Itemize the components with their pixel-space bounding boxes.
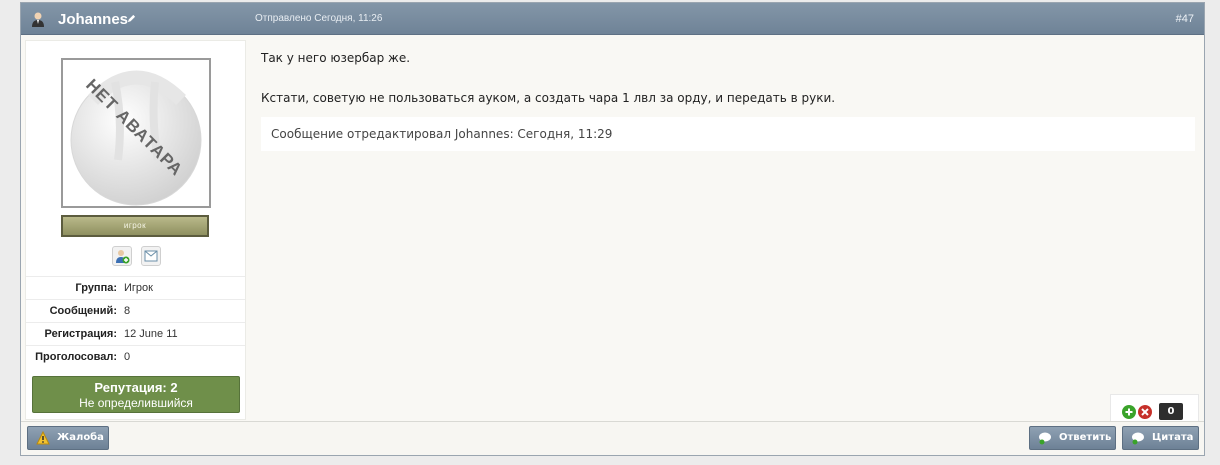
quote-button[interactable]: Цитата bbox=[1122, 426, 1199, 450]
reply-button[interactable]: Ответить bbox=[1029, 426, 1116, 450]
edit-note: Сообщение отредактировал Johannes: Сегод… bbox=[261, 117, 1195, 151]
quote-label: Цитата bbox=[1152, 432, 1194, 443]
post-header: Johannes Отправлено Сегодня, 11:26 #47 bbox=[21, 3, 1204, 35]
rank-plate: игрок bbox=[61, 215, 209, 237]
reputation-subtitle: Не определившийся bbox=[79, 396, 193, 410]
user-icon bbox=[32, 12, 44, 27]
add-friend-icon bbox=[116, 250, 130, 264]
report-button[interactable]: Жалоба bbox=[27, 426, 109, 450]
reply-label: Ответить bbox=[1059, 432, 1112, 443]
forum-post: Johannes Отправлено Сегодня, 11:26 #47 Н… bbox=[20, 2, 1205, 456]
post-number[interactable]: #47 bbox=[1176, 13, 1194, 25]
post-controls: Жалоба Ответить Цитата bbox=[21, 421, 1204, 455]
reply-icon bbox=[1039, 432, 1051, 445]
info-value: 8 bbox=[124, 305, 131, 317]
info-row-registered: Регистрация: 12 June 11 bbox=[26, 322, 245, 344]
rating-count: 0 bbox=[1159, 403, 1183, 420]
info-value: Игрок bbox=[124, 282, 153, 294]
reputation-box: Репутация: 2 Не определившийся bbox=[32, 376, 240, 413]
info-value: 0 bbox=[124, 351, 131, 363]
author-panel: НЕТ АВАТАРА игрок Группа: Игрок Сообщени… bbox=[25, 40, 246, 420]
author-name[interactable]: Johannes bbox=[58, 11, 128, 28]
report-label: Жалоба bbox=[57, 432, 104, 443]
helmet-placeholder-icon: НЕТ АВАТАРА bbox=[70, 70, 202, 206]
add-friend-button[interactable] bbox=[112, 246, 132, 266]
info-label: Группа: bbox=[75, 282, 117, 294]
reputation-title: Репутация: 2 bbox=[94, 380, 178, 395]
minus-icon[interactable] bbox=[1138, 405, 1152, 419]
message-icon bbox=[144, 250, 158, 262]
avatar: НЕТ АВАТАРА bbox=[61, 58, 211, 208]
post-text-line: Кстати, советую не пользоваться ауком, а… bbox=[261, 91, 836, 105]
warning-icon bbox=[36, 431, 50, 445]
info-row-voted: Проголосовал: 0 bbox=[26, 345, 245, 367]
info-row-group: Группа: Игрок bbox=[26, 276, 245, 298]
info-label: Сообщений: bbox=[49, 305, 117, 317]
quote-icon bbox=[1132, 432, 1144, 445]
post-date: Отправлено Сегодня, 11:26 bbox=[255, 13, 383, 24]
send-message-button[interactable] bbox=[141, 246, 161, 266]
info-label: Проголосовал: bbox=[35, 351, 117, 363]
info-row-posts: Сообщений: 8 bbox=[26, 299, 245, 321]
info-label: Регистрация: bbox=[44, 328, 117, 340]
info-value: 12 June 11 bbox=[124, 328, 178, 340]
plus-icon[interactable] bbox=[1122, 405, 1136, 419]
pencil-icon bbox=[127, 14, 136, 23]
post-text-line: Так у него юзербар же. bbox=[261, 51, 411, 65]
